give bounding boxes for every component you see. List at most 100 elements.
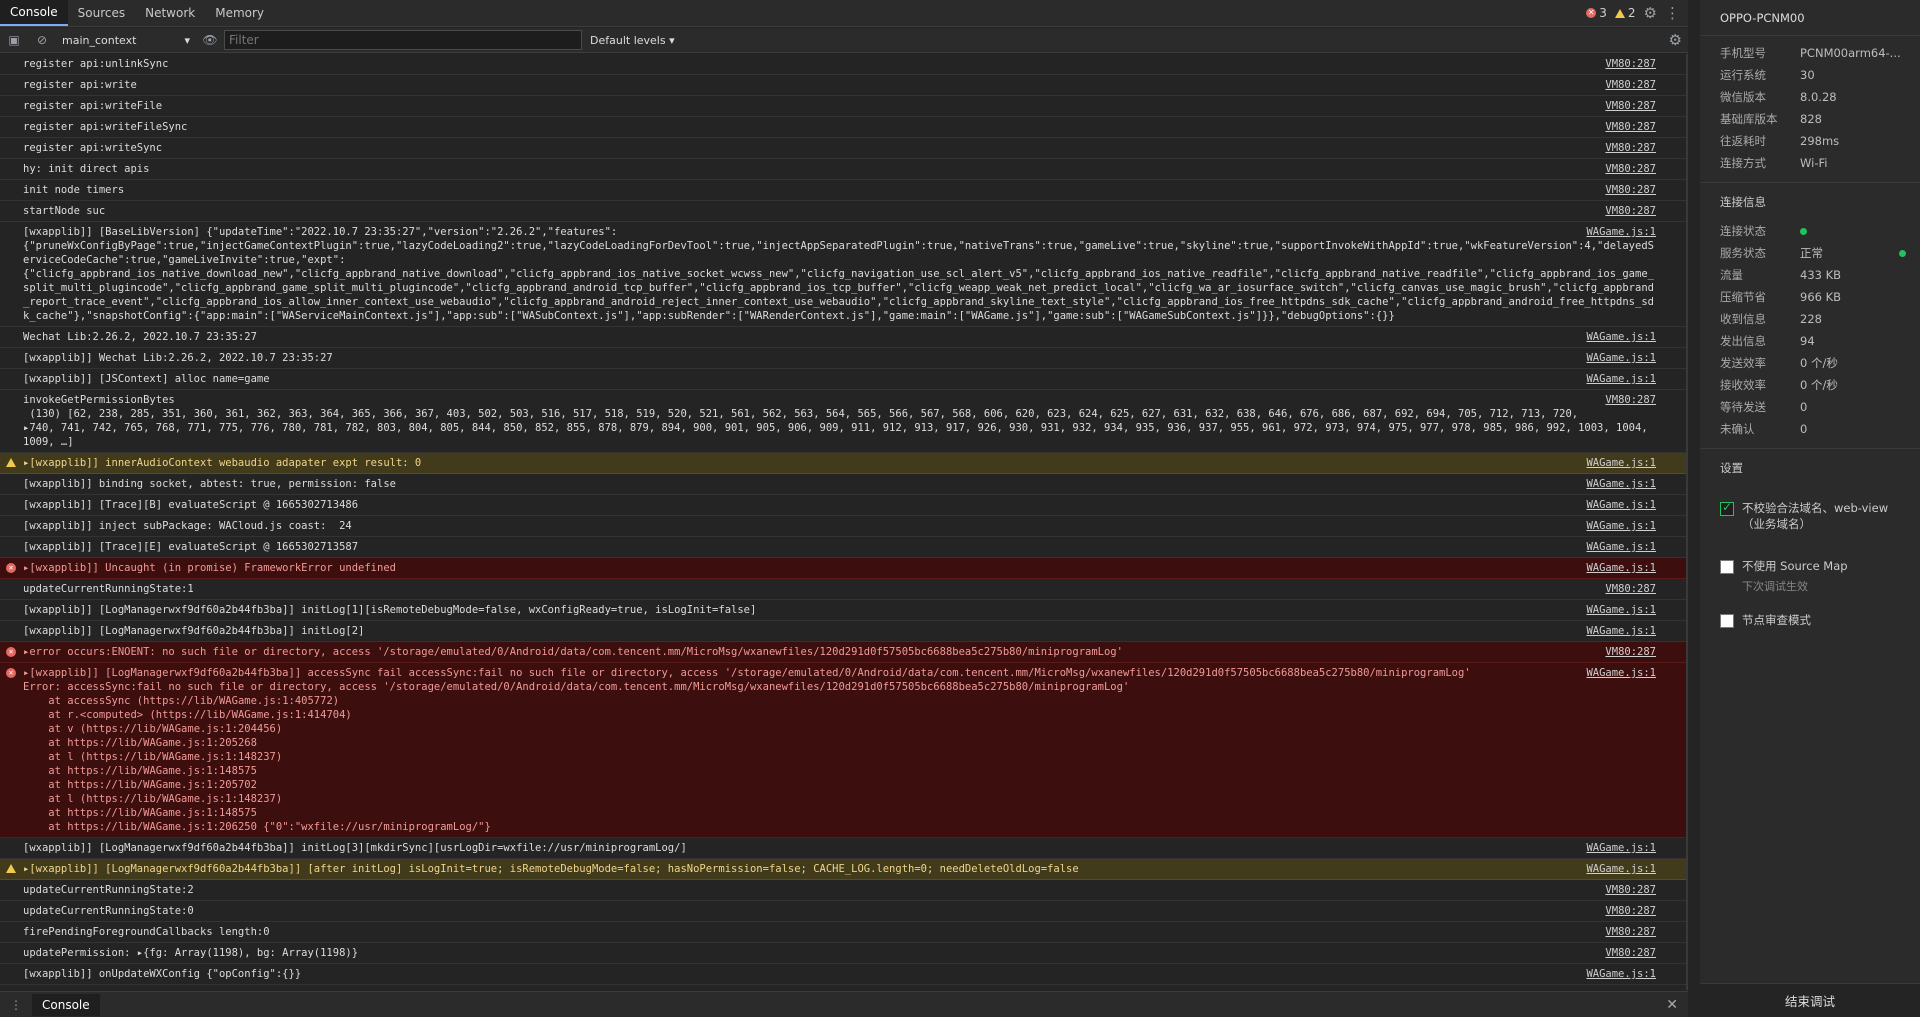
log-row[interactable]: invokeGetPermissionBytes (130) [62, 238,…	[0, 390, 1686, 453]
log-row[interactable]: init node timers VM80:287	[0, 180, 1686, 201]
log-row[interactable]: register api:write VM80:287	[0, 75, 1686, 96]
log-source-link[interactable]: WAGame.js:1	[1586, 225, 1656, 239]
log-source-link[interactable]: WAGame.js:1	[1586, 561, 1656, 575]
log-row[interactable]: [wxapplib]] Wechat Lib:2.26.2, 2022.10.7…	[0, 348, 1686, 369]
log-row[interactable]: Wechat Lib:2.26.2, 2022.10.7 23:35:27 WAG…	[0, 327, 1686, 348]
drawer-menu-icon[interactable]: ⋮	[0, 998, 32, 1012]
log-source-link[interactable]: VM80:287	[1605, 99, 1656, 113]
clear-console-icon[interactable]: ⊘	[28, 28, 56, 53]
log-source-link[interactable]: WAGame.js:1	[1586, 519, 1656, 533]
log-source-link[interactable]: VM80:287	[1605, 120, 1656, 134]
log-row[interactable]: register api:unlinkSync VM80:287	[0, 54, 1686, 75]
info-row: 收到信息 228	[1700, 308, 1920, 330]
log-source-link[interactable]: VM80:287	[1605, 183, 1656, 197]
log-source-link[interactable]: WAGame.js:1	[1586, 841, 1656, 855]
log-source-link[interactable]: WAGame.js:1	[1586, 603, 1656, 617]
log-row[interactable]: [wxapplib]] [BaseLibVersion] {"updateTim…	[0, 222, 1686, 327]
tab-memory[interactable]: Memory	[205, 0, 274, 26]
log-source-link[interactable]: WAGame.js:1	[1586, 967, 1656, 981]
log-source-link[interactable]: WAGame.js:1	[1586, 351, 1656, 365]
log-source-link[interactable]: WAGame.js:1	[1586, 477, 1656, 491]
log-row[interactable]: ▸[wxapplib]] [LogManagerwxf9df60a2b44fb3…	[0, 859, 1686, 880]
filter-input[interactable]	[224, 30, 582, 50]
log-row[interactable]: [wxapplib]] [LogManagerwxf9df60a2b44fb3b…	[0, 838, 1686, 859]
setting-checkbox[interactable]	[1720, 614, 1734, 628]
log-row[interactable]: hy: init direct apis VM80:287	[0, 159, 1686, 180]
log-source-link[interactable]: VM80:287	[1605, 904, 1656, 918]
log-source-link[interactable]: VM80:287	[1605, 204, 1656, 218]
close-drawer-icon[interactable]: ✕	[1666, 997, 1688, 1013]
log-row[interactable]: [wxapplib]] [LogManagerwxf9df60a2b44fb3b…	[0, 600, 1686, 621]
log-message: Wechat Lib:2.26.2, 2022.10.7 23:35:27	[23, 331, 257, 343]
log-row[interactable]: ✕ ▸[wxapplib]] [LogManagerwxf9df60a2b44fb…	[0, 663, 1686, 838]
log-row[interactable]: register api:writeFile VM80:287	[0, 96, 1686, 117]
log-row[interactable]: [wxapplib]] [Trace][E] evaluateScript @ …	[0, 537, 1686, 558]
log-source-link[interactable]: VM80:287	[1605, 925, 1656, 939]
setting-checkbox[interactable]	[1720, 560, 1734, 574]
log-source-link[interactable]: WAGame.js:1	[1586, 456, 1656, 470]
tab-console[interactable]: Console	[0, 0, 68, 26]
log-source-link[interactable]: VM80:287	[1605, 57, 1656, 71]
log-source-link[interactable]: WAGame.js:1	[1586, 624, 1656, 638]
log-row[interactable]: updatePermission: ▸{fg: Array(1198), bg:…	[0, 943, 1686, 964]
live-expression-eye-icon[interactable]: 👁	[196, 28, 224, 53]
log-row[interactable]: register api:writeFileSync VM80:287	[0, 117, 1686, 138]
tabbar-right: ✕ 3 2 ⚙ ⋮	[1586, 0, 1688, 26]
setting-checkbox[interactable]	[1720, 500, 1734, 516]
log-row[interactable]: firePendingForegroundCallbacks length:0 V…	[0, 922, 1686, 943]
more-options-icon[interactable]: ⋮	[1665, 4, 1680, 22]
log-row[interactable]: [wxapplib]] [LogManagerwxf9df60a2b44fb3b…	[0, 621, 1686, 642]
log-source-link[interactable]: VM80:287	[1605, 78, 1656, 92]
log-source-link[interactable]: WAGame.js:1	[1586, 540, 1656, 554]
log-source-link[interactable]: WAGame.js:1	[1586, 862, 1656, 876]
setting-row[interactable]: 节点审查模式	[1700, 604, 1920, 636]
info-key: 发出信息	[1720, 334, 1766, 348]
log-row[interactable]: ▸[wxapplib]] innerAudioContext webaudio …	[0, 453, 1686, 474]
tab-sources[interactable]: Sources	[68, 0, 135, 26]
log-source-link[interactable]: VM80:287	[1605, 946, 1656, 960]
log-source-link[interactable]: WAGame.js:1	[1586, 372, 1656, 386]
warning-count-badge[interactable]: 2	[1614, 6, 1636, 20]
context-selector[interactable]: main_context ▾	[56, 30, 196, 50]
log-source-link[interactable]: WAGame.js:1	[1586, 666, 1656, 680]
log-row[interactable]: startNode suc VM80:287	[0, 201, 1686, 222]
log-row[interactable]: [wxapplib]] onUpdateWXConfig {"opConfig"…	[0, 964, 1686, 985]
setting-row[interactable]: 不校验合法域名、web-view（业务域名）	[1700, 492, 1920, 540]
sidebar-toggle-icon[interactable]: ▣	[0, 28, 28, 53]
settings-gear-icon[interactable]: ⚙	[1644, 4, 1657, 22]
setting-item: 不校验合法域名、web-view（业务域名）	[1700, 492, 1920, 540]
log-row[interactable]: [wxapplib]] inject subPackage: WACloud.j…	[0, 516, 1686, 537]
log-source-link[interactable]: VM80:287	[1605, 883, 1656, 897]
log-row[interactable]: ✕ ▸[wxapplib]] Uncaught (in promise) Fram…	[0, 558, 1686, 579]
log-row[interactable]: updateCurrentRunningState:1 VM80:287	[0, 579, 1686, 600]
console-settings-gear-icon[interactable]: ⚙	[1669, 31, 1688, 49]
log-row[interactable]: [wxapplib]] [JSContext] alloc name=game W…	[0, 369, 1686, 390]
info-value: 30	[1800, 68, 1815, 82]
tab-network[interactable]: Network	[135, 0, 205, 26]
log-row[interactable]: register api:writeSync VM80:287	[0, 138, 1686, 159]
log-source-link[interactable]: VM80:287	[1605, 162, 1656, 176]
log-source-link[interactable]: VM80:287	[1605, 645, 1656, 659]
log-source-link[interactable]: VM80:287	[1605, 582, 1656, 596]
error-count-badge[interactable]: ✕ 3	[1586, 6, 1607, 20]
log-row[interactable]: [wxapplib]] binding socket, abtest: true…	[0, 474, 1686, 495]
log-source-link[interactable]: VM80:287	[1605, 141, 1656, 155]
device-name: OPPO-PCNM00	[1700, 0, 1920, 36]
chevron-down-icon: ▾	[184, 33, 190, 47]
console-prompt[interactable]: ›	[0, 985, 1686, 990]
log-levels-dropdown[interactable]: Default levels ▾	[590, 34, 675, 47]
log-source-link[interactable]: VM80:287	[1605, 393, 1656, 407]
drawer-tab-console[interactable]: Console	[32, 993, 100, 1016]
log-row[interactable]: ✕ ▸error occurs:ENOENT: no such file or d…	[0, 642, 1686, 663]
log-message: ▸[wxapplib]] [LogManagerwxf9df60a2b44fb3…	[23, 863, 1079, 875]
console-scrollbar[interactable]	[1686, 54, 1688, 990]
end-debug-button[interactable]: 结束调试	[1700, 983, 1920, 1017]
setting-label: 不校验合法域名、web-view（业务域名）	[1742, 501, 1889, 531]
info-value: 0	[1800, 400, 1808, 414]
log-row[interactable]: updateCurrentRunningState:2 VM80:287	[0, 880, 1686, 901]
error-icon: ✕	[6, 668, 16, 678]
log-source-link[interactable]: WAGame.js:1	[1586, 330, 1656, 344]
log-source-link[interactable]: WAGame.js:1	[1586, 498, 1656, 512]
log-row[interactable]: [wxapplib]] [Trace][B] evaluateScript @ …	[0, 495, 1686, 516]
log-row[interactable]: updateCurrentRunningState:0 VM80:287	[0, 901, 1686, 922]
